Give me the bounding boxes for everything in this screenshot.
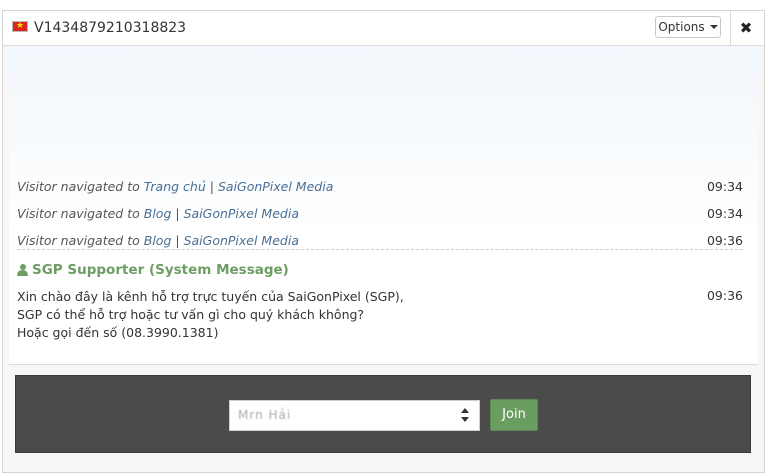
sender-name: SGP Supporter (System Message) bbox=[32, 262, 289, 278]
caret-down-icon bbox=[709, 25, 718, 29]
operator-select[interactable]: Mrn Hải bbox=[229, 400, 480, 431]
message-line: SGP có thể hỗ trợ hoặc tư vấn gì cho quý… bbox=[17, 307, 365, 322]
titlebar-divider bbox=[730, 11, 731, 45]
nav-event-prefix: Visitor navigated to bbox=[17, 206, 144, 221]
nav-site-link[interactable]: SaiGonPixel Media bbox=[184, 206, 299, 221]
nav-separator: | bbox=[205, 179, 218, 194]
nav-separator: | bbox=[171, 206, 184, 221]
nav-event: Visitor navigated to Blog | SaiGonPixel … bbox=[17, 233, 743, 253]
nav-page-link[interactable]: Blog bbox=[144, 233, 172, 248]
nav-event-time: 09:34 bbox=[706, 206, 743, 221]
options-button[interactable]: Options bbox=[655, 16, 721, 38]
system-message-body: Xin chào đây là kênh hỗ trợ trực tuyến c… bbox=[17, 288, 617, 342]
join-panel: Mrn Hải Join bbox=[15, 375, 751, 453]
nav-event-time: 09:36 bbox=[706, 233, 743, 248]
user-icon bbox=[17, 264, 28, 276]
nav-event: Visitor navigated to Trang chủ | SaiGonP… bbox=[17, 179, 743, 199]
nav-event: Visitor navigated to Blog | SaiGonPixel … bbox=[17, 206, 743, 226]
message-line: Xin chào đây là kênh hỗ trợ trực tuyến c… bbox=[17, 289, 404, 304]
message-divider bbox=[17, 249, 743, 250]
system-sender: SGP Supporter (System Message) bbox=[17, 262, 289, 278]
nav-event-prefix: Visitor navigated to bbox=[17, 179, 144, 194]
nav-event-time: 09:34 bbox=[706, 179, 743, 194]
nav-page-link[interactable]: Trang chủ bbox=[144, 179, 206, 194]
nav-event-prefix: Visitor navigated to bbox=[17, 233, 144, 248]
message-line: Hoặc gọi đến số (08.3990.1381) bbox=[17, 325, 219, 340]
close-icon[interactable]: ✖ bbox=[735, 17, 757, 39]
options-label: Options bbox=[658, 20, 705, 34]
select-arrows-icon bbox=[460, 408, 470, 424]
join-button[interactable]: Join bbox=[490, 399, 538, 431]
visitor-id: V1434879210318823 bbox=[34, 20, 187, 36]
nav-page-link[interactable]: Blog bbox=[144, 206, 172, 221]
nav-separator: | bbox=[171, 233, 184, 248]
nav-site-link[interactable]: SaiGonPixel Media bbox=[184, 233, 299, 248]
operator-select-value: Mrn Hải bbox=[238, 408, 292, 422]
title-bar: V1434879210318823 Options ✖ bbox=[3, 11, 764, 46]
system-message-time: 09:36 bbox=[706, 288, 743, 303]
chat-log[interactable]: Visitor navigated to Trang chủ | SaiGonP… bbox=[9, 46, 758, 365]
vietnam-flag-icon bbox=[12, 19, 28, 33]
chat-window: V1434879210318823 Options ✖ Visitor navi… bbox=[2, 10, 765, 473]
nav-site-link[interactable]: SaiGonPixel Media bbox=[218, 179, 333, 194]
